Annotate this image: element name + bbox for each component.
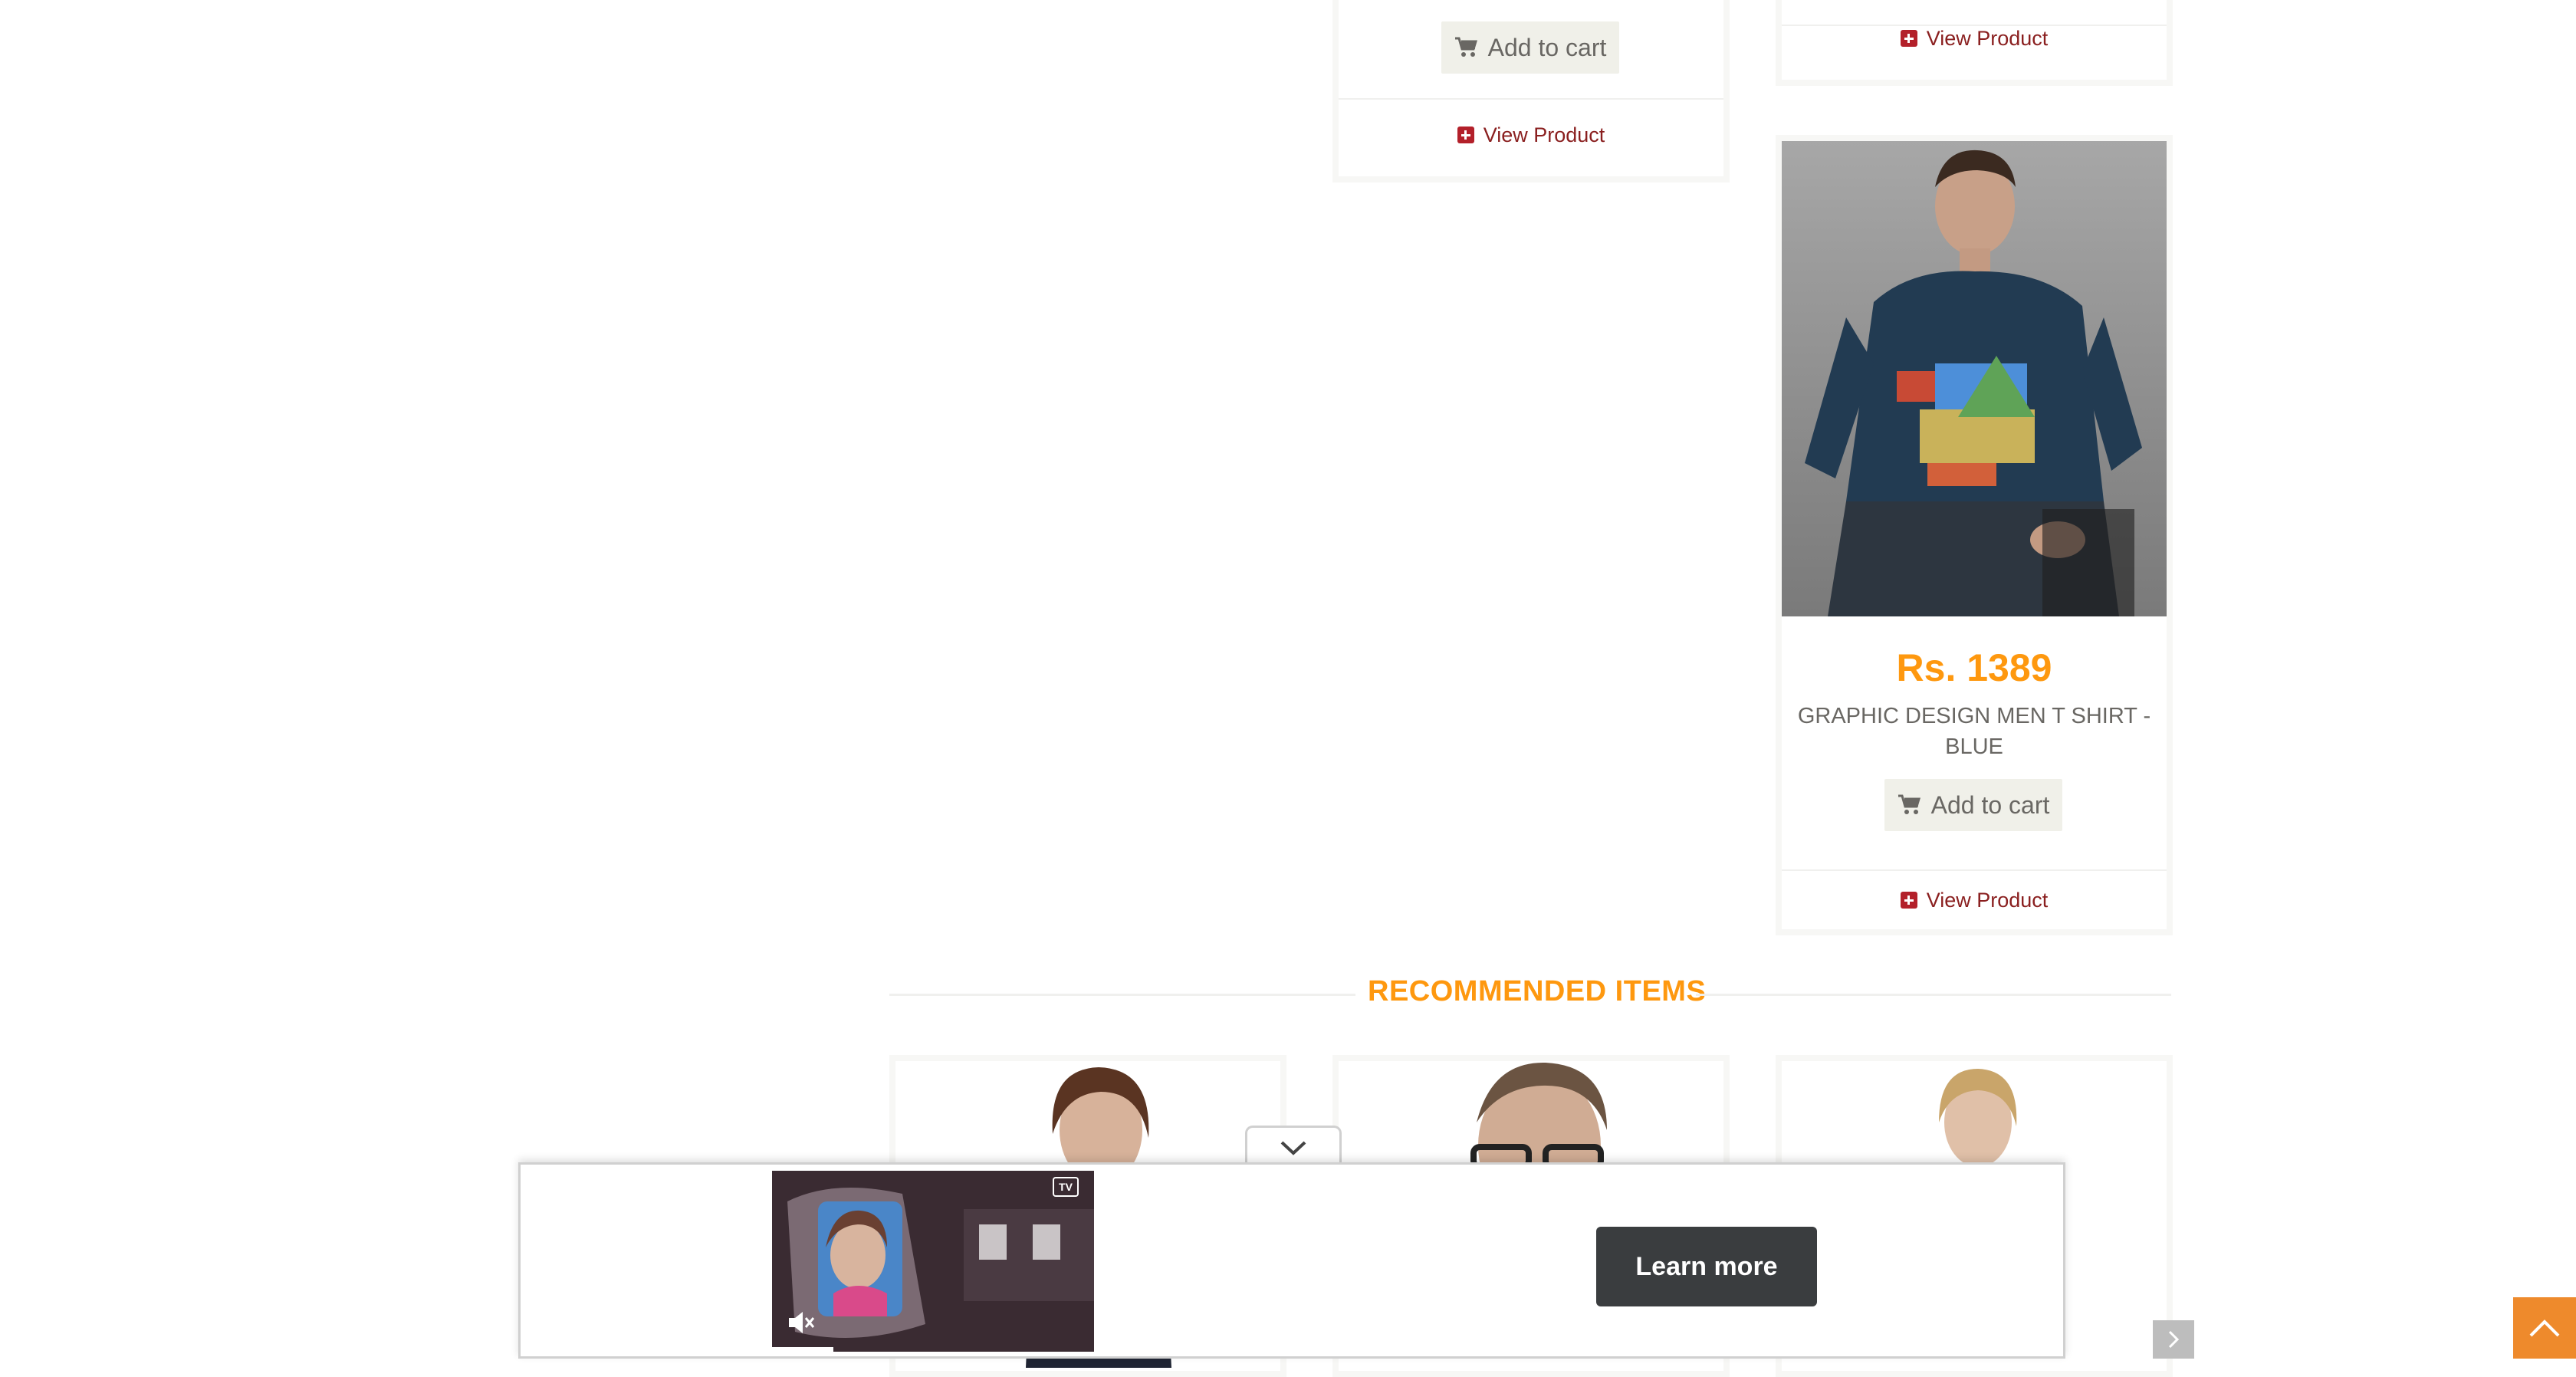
view-product-link[interactable]: View Product xyxy=(1782,885,2167,915)
plus-square-icon xyxy=(1900,30,1917,47)
scroll-to-top-button[interactable] xyxy=(2513,1297,2576,1359)
product-card: Rs. 1389 GRAPHIC DESIGN MEN T SHIRT - BL… xyxy=(1776,135,2173,935)
add-to-cart-button[interactable]: Add to cart xyxy=(1441,21,1619,74)
mute-icon[interactable] xyxy=(786,1309,816,1336)
plus-square-icon xyxy=(1900,892,1917,909)
view-product-label: View Product xyxy=(1483,123,1605,146)
card-divider xyxy=(1782,869,2167,871)
chevron-right-icon xyxy=(2168,1330,2180,1349)
ad-banner: TV Learn more xyxy=(518,1162,2065,1359)
product-image[interactable] xyxy=(1782,141,2167,616)
product-price: Rs. 1389 xyxy=(1896,646,2052,689)
tv-badge-label: TV xyxy=(1059,1181,1073,1193)
cart-icon xyxy=(1898,794,1921,816)
add-to-cart-label: Add to cart xyxy=(1487,33,1607,61)
section-divider-left xyxy=(889,994,1355,996)
view-product-label: View Product xyxy=(1926,26,2049,50)
recommended-items-title: RECOMMENDED ITEMS xyxy=(1368,975,1707,1007)
carousel-next-button[interactable] xyxy=(2153,1320,2194,1359)
tv-badge: TV xyxy=(1053,1177,1079,1197)
video-progress-bar xyxy=(772,1347,833,1352)
ad-collapse-button[interactable] xyxy=(1245,1126,1342,1168)
cart-icon xyxy=(1454,37,1477,58)
plus-square-icon xyxy=(1457,127,1474,143)
chevron-down-icon xyxy=(1280,1141,1306,1155)
add-to-cart-button[interactable]: Add to cart xyxy=(1884,779,2062,831)
product-card: Add to cart View Product xyxy=(1332,0,1730,182)
view-product-link[interactable]: View Product xyxy=(1339,120,1723,150)
add-to-cart-label: Add to cart xyxy=(1930,790,2050,819)
product-card: View Product xyxy=(1776,0,2173,86)
ad-video[interactable]: TV xyxy=(772,1171,1094,1352)
view-product-link[interactable]: View Product xyxy=(1782,23,2167,54)
view-product-label: View Product xyxy=(1926,888,2049,912)
chevron-up-icon xyxy=(2529,1319,2560,1337)
learn-more-button[interactable]: Learn more xyxy=(1596,1227,1817,1306)
section-divider-right xyxy=(1696,994,2171,996)
card-divider xyxy=(1339,98,1723,100)
product-name: GRAPHIC DESIGN MEN T SHIRT - BLUE xyxy=(1797,704,2151,759)
